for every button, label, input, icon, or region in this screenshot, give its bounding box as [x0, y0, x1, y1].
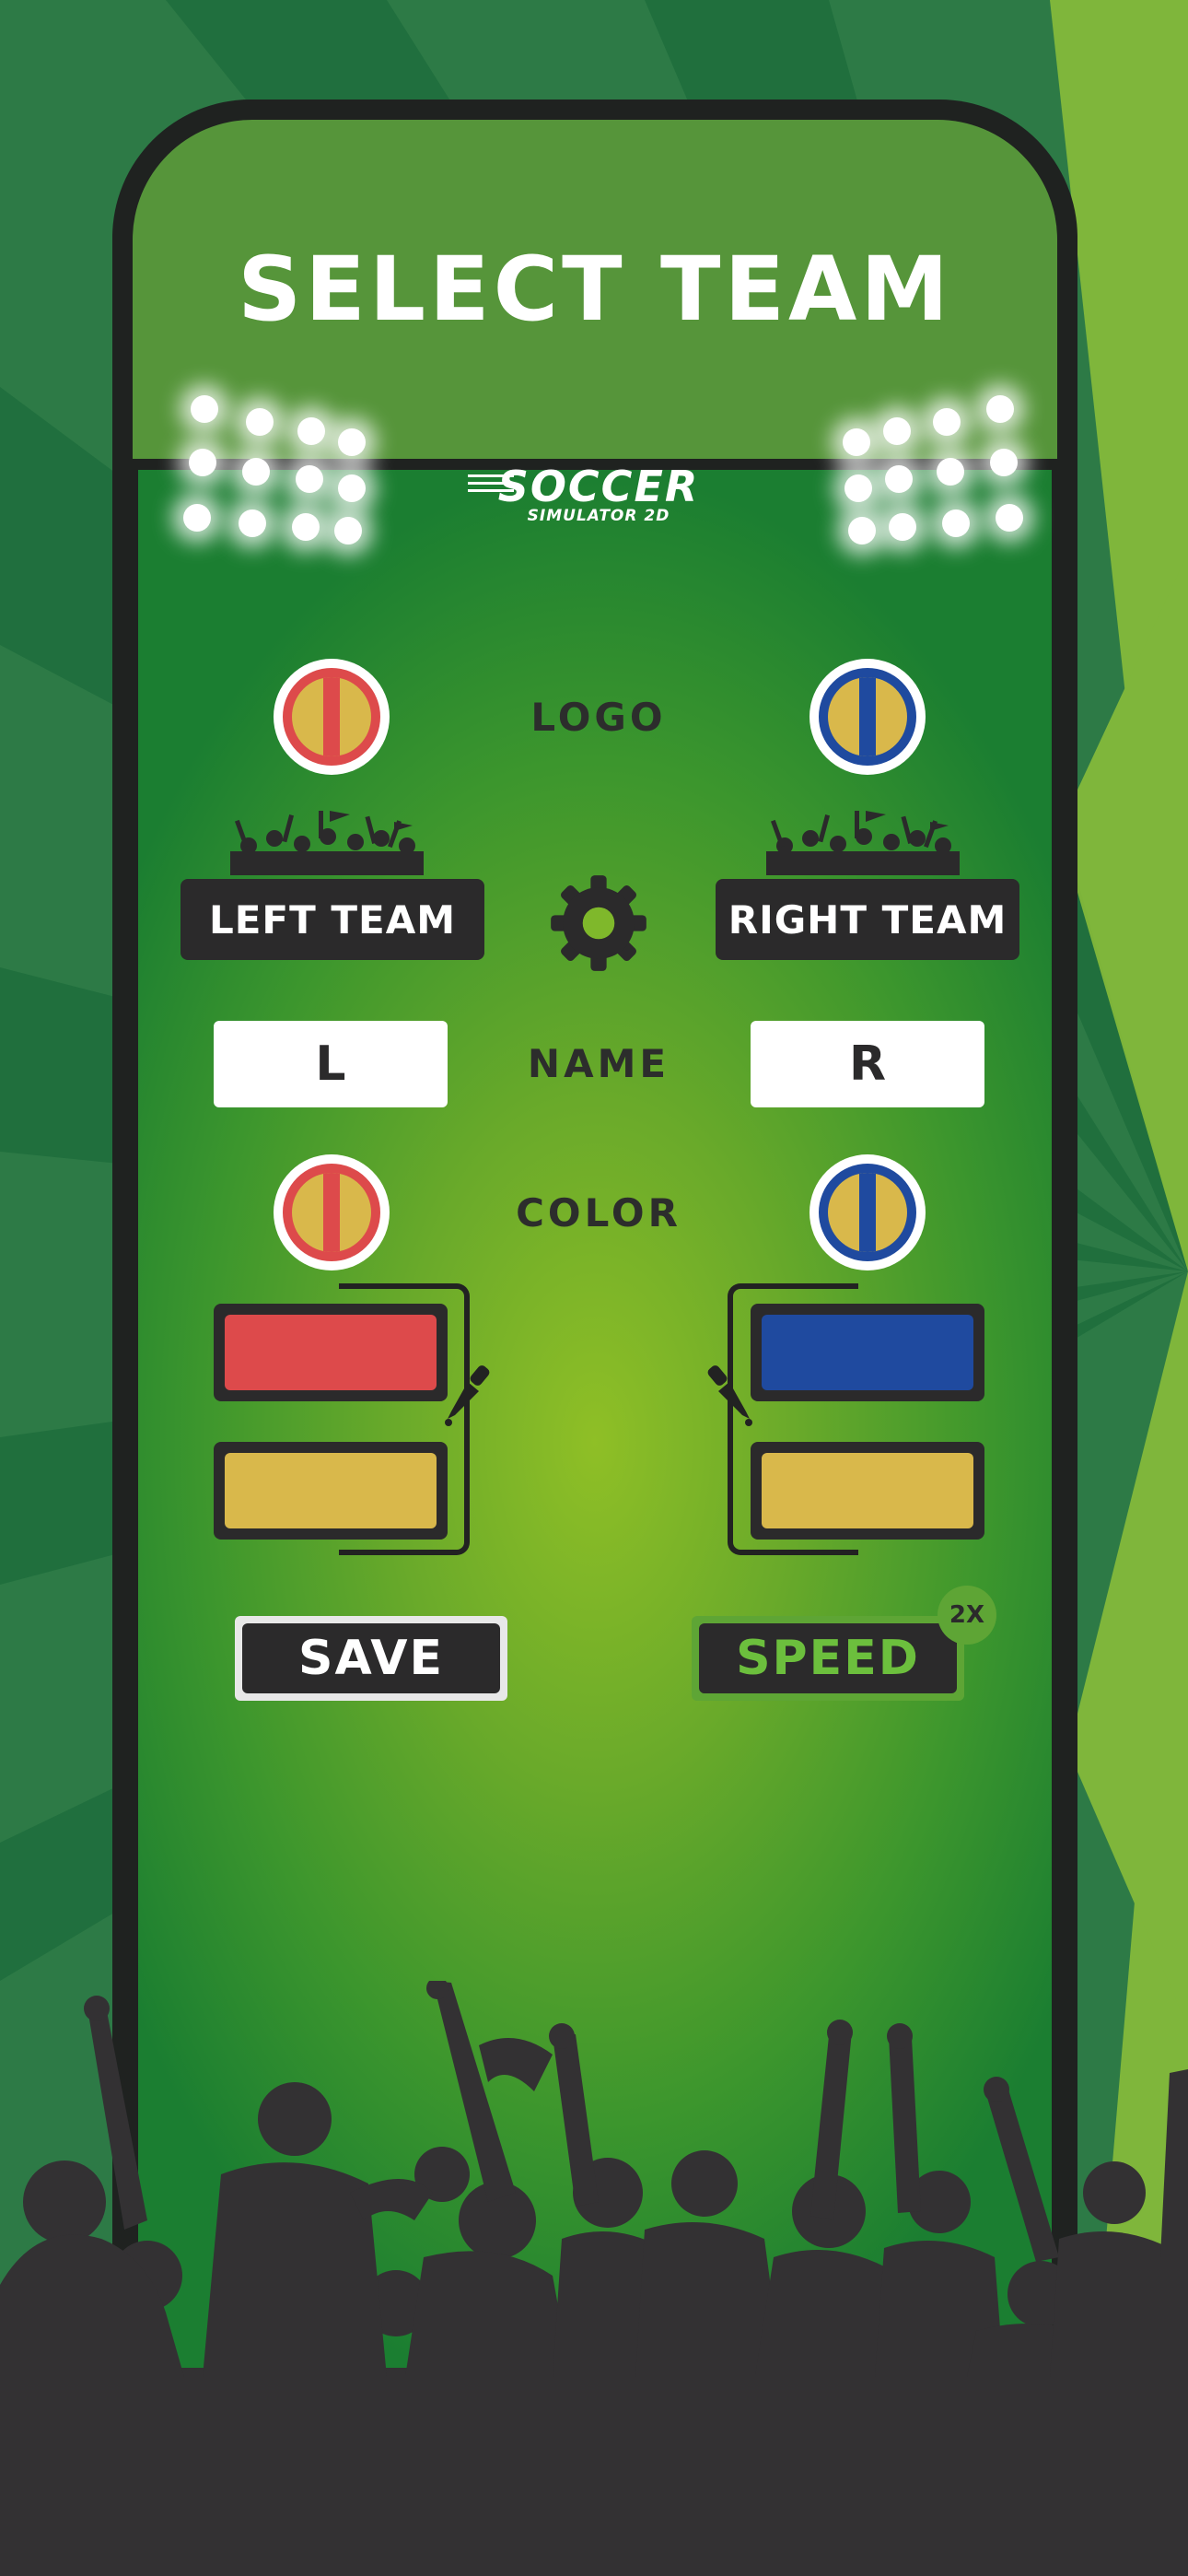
settings-gear-icon[interactable]: [549, 873, 648, 973]
speed-lines-icon: [468, 474, 514, 502]
left-eyedropper-icon[interactable]: [440, 1362, 505, 1426]
save-button[interactable]: SAVE: [235, 1616, 507, 1701]
left-team-name-input[interactable]: [214, 1021, 448, 1107]
left-team-color-preview: [274, 1154, 390, 1270]
crowd-mini-left: [230, 811, 424, 875]
right-team-button[interactable]: RIGHT TEAM: [716, 879, 1019, 960]
crowd-silhouette: [0, 1981, 1188, 2576]
right-primary-color-fill: [762, 1315, 973, 1390]
game-logo: SOCCER SIMULATOR 2D: [468, 465, 728, 524]
right-secondary-color-fill: [762, 1453, 973, 1528]
right-secondary-color-swatch[interactable]: [751, 1442, 984, 1540]
left-team-button[interactable]: LEFT TEAM: [181, 879, 484, 960]
speed-multiplier-badge: 2X: [938, 1586, 996, 1645]
left-secondary-color-fill: [225, 1453, 437, 1528]
color-label: COLOR: [516, 1190, 681, 1235]
right-team-name-input[interactable]: [751, 1021, 984, 1107]
left-primary-color-swatch[interactable]: [214, 1304, 448, 1401]
stadium-lights-right: [833, 392, 1027, 548]
save-button-label: SAVE: [242, 1623, 500, 1693]
left-secondary-color-swatch[interactable]: [214, 1442, 448, 1540]
speed-button[interactable]: SPEED: [692, 1616, 964, 1701]
right-team-color-preview: [809, 1154, 926, 1270]
right-primary-color-swatch[interactable]: [751, 1304, 984, 1401]
right-team-logo[interactable]: [809, 659, 926, 775]
page-title: SELECT TEAM: [238, 238, 952, 341]
right-eyedropper-icon[interactable]: [693, 1362, 757, 1426]
speed-button-label: SPEED: [699, 1623, 957, 1693]
logo-label: LOGO: [530, 695, 667, 740]
left-primary-color-fill: [225, 1315, 437, 1390]
name-label: NAME: [527, 1041, 670, 1086]
stadium-lights-left: [180, 392, 373, 548]
left-team-logo[interactable]: [274, 659, 390, 775]
crowd-mini-right: [766, 811, 960, 875]
